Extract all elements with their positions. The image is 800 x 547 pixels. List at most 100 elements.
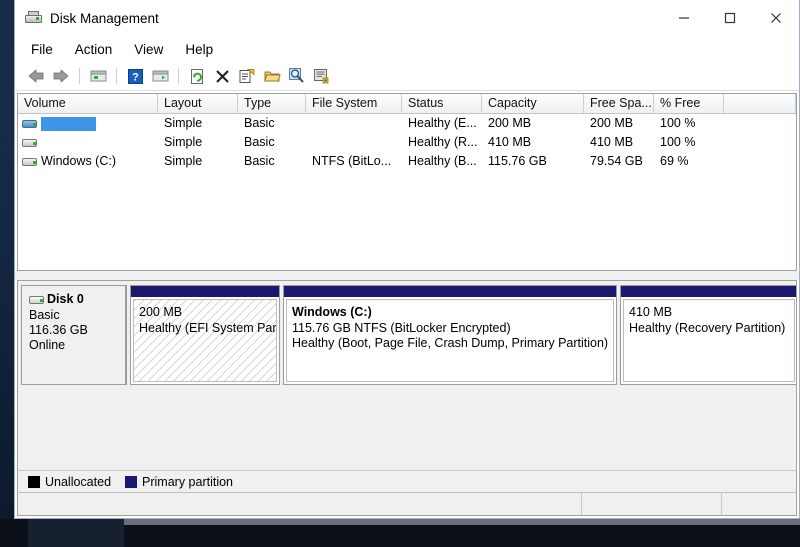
disk-state: Online bbox=[29, 338, 66, 352]
title-bar: Disk Management bbox=[15, 0, 799, 36]
menu-item-help[interactable]: Help bbox=[185, 42, 213, 57]
close-button[interactable] bbox=[753, 0, 799, 36]
partition-color-bar bbox=[284, 286, 616, 297]
volume-list-pane: Volume Layout Type File System Status Ca… bbox=[17, 93, 797, 271]
delete-icon[interactable] bbox=[211, 65, 233, 87]
cell-volume bbox=[18, 137, 158, 148]
rescan-disks-icon[interactable] bbox=[311, 65, 333, 87]
partition-details: Windows (C:) 115.76 GB NTFS (BitLocker E… bbox=[286, 299, 614, 382]
disk-title: Disk 0 bbox=[29, 292, 119, 307]
column-header-file-system[interactable]: File System bbox=[306, 94, 402, 113]
minimize-button[interactable] bbox=[661, 0, 707, 36]
volume-icon bbox=[22, 156, 38, 167]
column-header-capacity[interactable]: Capacity bbox=[482, 94, 584, 113]
column-header-free-space[interactable]: Free Spa... bbox=[584, 94, 654, 113]
table-row[interactable]: Simple Basic Healthy (E... 200 MB 200 MB… bbox=[18, 114, 796, 133]
volume-label: Windows (C:) bbox=[41, 154, 117, 168]
disk-size: 116.36 GB bbox=[29, 323, 88, 337]
cell-percent-free: 69 % bbox=[660, 154, 689, 168]
cell-capacity: 200 MB bbox=[488, 116, 532, 130]
disk-icon bbox=[29, 295, 45, 305]
cell-layout: Simple bbox=[164, 116, 203, 130]
partition-size-fs: 115.76 GB NTFS (BitLocker Encrypted) bbox=[292, 320, 511, 335]
taskbar-divider bbox=[124, 519, 800, 525]
disk-info-panel[interactable]: Disk 0 Basic 116.36 GB Online bbox=[21, 285, 127, 385]
svg-text:?: ? bbox=[132, 71, 139, 83]
status-pane-2 bbox=[582, 493, 722, 515]
column-header-status[interactable]: Status bbox=[402, 94, 482, 113]
show-hide-console-tree-icon[interactable] bbox=[149, 65, 171, 87]
partition-name: Windows (C:) bbox=[292, 305, 372, 319]
pane-splitter[interactable] bbox=[15, 271, 799, 280]
partition-size-fs: 410 MB bbox=[629, 305, 673, 319]
partition-details: 200 MB Healthy (EFI System Parti bbox=[133, 299, 277, 382]
partition-color-bar bbox=[621, 286, 796, 297]
disk-row-0: Disk 0 Basic 116.36 GB Online 200 MB Hea… bbox=[21, 285, 796, 385]
column-header-blank[interactable] bbox=[724, 94, 796, 113]
disk-name: Disk 0 bbox=[47, 292, 84, 306]
cell-free-space: 200 MB bbox=[590, 116, 634, 130]
search-icon[interactable] bbox=[286, 65, 308, 87]
partition-status: Healthy (Recovery Partition) bbox=[629, 320, 786, 335]
menu-item-file[interactable]: File bbox=[31, 42, 53, 57]
forward-arrow-icon[interactable] bbox=[50, 65, 72, 87]
up-one-level-icon[interactable] bbox=[87, 65, 109, 87]
legend-label-primary-partition: Primary partition bbox=[142, 474, 234, 489]
refresh-icon[interactable] bbox=[186, 65, 208, 87]
cell-free-space: 410 MB bbox=[590, 135, 634, 149]
partition-size-fs: 200 MB bbox=[139, 305, 183, 319]
taskbar-tile bbox=[28, 519, 124, 547]
disk-graphical-pane: Disk 0 Basic 116.36 GB Online 200 MB Hea… bbox=[17, 280, 797, 470]
table-row[interactable]: Simple Basic Healthy (R... 410 MB 410 MB… bbox=[18, 133, 796, 152]
cell-free-space: 79.54 GB bbox=[590, 154, 643, 168]
partition-color-bar bbox=[131, 286, 279, 297]
cell-type: Basic bbox=[244, 135, 275, 149]
cell-capacity: 410 MB bbox=[488, 135, 532, 149]
column-header-type[interactable]: Type bbox=[238, 94, 306, 113]
column-header-volume[interactable]: Volume bbox=[18, 94, 158, 113]
partition-recovery[interactable]: 410 MB Healthy (Recovery Partition) bbox=[620, 285, 796, 385]
volume-icon bbox=[22, 137, 38, 148]
partition-efi[interactable]: 200 MB Healthy (EFI System Parti bbox=[130, 285, 280, 385]
menu-item-view[interactable]: View bbox=[134, 42, 163, 57]
cell-status: Healthy (R... bbox=[408, 135, 478, 149]
toolbar-separator-1 bbox=[79, 68, 80, 84]
table-row[interactable]: Windows (C:) Simple Basic NTFS (BitLo...… bbox=[18, 152, 796, 171]
partition-strip: 200 MB Healthy (EFI System Parti Windows… bbox=[127, 285, 796, 385]
cell-type: Basic bbox=[244, 154, 275, 168]
redacted-volume-name bbox=[41, 116, 96, 131]
cell-file-system: NTFS (BitLo... bbox=[312, 154, 392, 168]
status-pane-3 bbox=[722, 493, 796, 515]
cell-percent-free: 100 % bbox=[660, 116, 696, 130]
open-icon[interactable] bbox=[261, 65, 283, 87]
help-icon[interactable]: ? bbox=[124, 65, 146, 87]
cell-volume bbox=[18, 116, 158, 131]
cell-status: Healthy (E... bbox=[408, 116, 477, 130]
legend: Unallocated Primary partition bbox=[17, 470, 797, 492]
cell-type: Basic bbox=[244, 116, 275, 130]
disk-drive-icon bbox=[25, 10, 42, 26]
toolbar: ? bbox=[15, 62, 799, 91]
column-header-percent-free[interactable]: % Free bbox=[654, 94, 724, 113]
disk-management-window: Disk Management File Action View Help ? … bbox=[14, 0, 800, 519]
legend-label-unallocated: Unallocated bbox=[45, 474, 112, 489]
volume-list-header: Volume Layout Type File System Status Ca… bbox=[18, 94, 796, 114]
menu-item-action[interactable]: Action bbox=[75, 42, 113, 57]
legend-item-unallocated: Unallocated bbox=[28, 475, 111, 489]
cell-percent-free: 100 % bbox=[660, 135, 696, 149]
partition-windows-c[interactable]: Windows (C:) 115.76 GB NTFS (BitLocker E… bbox=[283, 285, 617, 385]
partition-status: Healthy (Boot, Page File, Crash Dump, Pr… bbox=[292, 336, 609, 350]
back-arrow-icon[interactable] bbox=[25, 65, 47, 87]
cell-layout: Simple bbox=[164, 154, 203, 168]
primary-partition-swatch bbox=[125, 475, 138, 488]
disk-type: Basic bbox=[29, 308, 60, 322]
properties-icon[interactable] bbox=[236, 65, 258, 87]
volume-icon-selected bbox=[22, 118, 38, 129]
column-header-layout[interactable]: Layout bbox=[158, 94, 238, 113]
window-title: Disk Management bbox=[50, 10, 159, 26]
status-bar bbox=[17, 492, 797, 516]
toolbar-separator-2 bbox=[116, 68, 117, 84]
cell-capacity: 115.76 GB bbox=[488, 154, 547, 168]
maximize-button[interactable] bbox=[707, 0, 753, 36]
cell-volume: Windows (C:) bbox=[18, 152, 158, 171]
